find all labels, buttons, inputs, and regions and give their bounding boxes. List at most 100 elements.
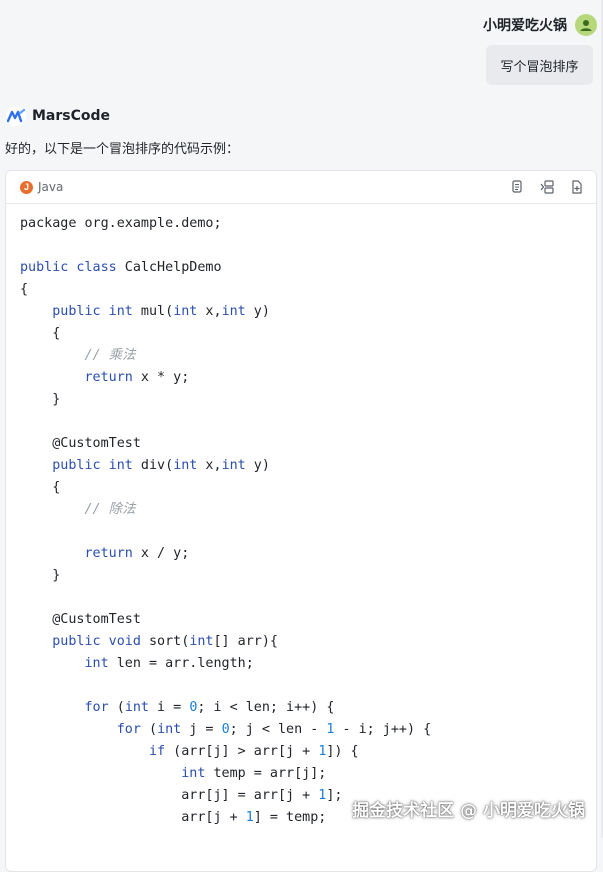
copy-icon[interactable]	[510, 180, 524, 194]
code-block: J Java package org.example.demo; public …	[5, 170, 597, 872]
code-line: return x * y;	[20, 367, 596, 389]
code-token: sort(	[140, 634, 190, 649]
code-token: ; i < len; i++) {	[197, 700, 335, 715]
code-line: int len = arr.length;	[20, 653, 596, 675]
code-token: len = arr.length;	[108, 656, 254, 671]
code-line: if (arr[j] > arr[j + 1]) {	[20, 741, 596, 763]
code-token: x,	[197, 458, 222, 473]
code-token: i =	[149, 700, 190, 715]
code-token: mul(	[132, 304, 174, 319]
code-token: 1	[245, 810, 254, 825]
code-token: temp = arr[j];	[205, 766, 327, 781]
code-token: int	[157, 722, 182, 737]
code-token: {	[20, 480, 61, 495]
code-token: j =	[181, 722, 222, 737]
code-line: for (int i = 0; i < len; i++) {	[20, 697, 596, 719]
code-token: (	[140, 722, 158, 737]
code-line: return x / y;	[20, 543, 596, 565]
code-line: public void sort(int[] arr){	[20, 631, 596, 653]
code-token: ]) {	[326, 744, 359, 759]
code-line: int temp = arr[j];	[20, 763, 596, 785]
code-token: - i; j++) {	[334, 722, 432, 737]
code-token: x,	[197, 304, 222, 319]
code-line: {	[20, 323, 596, 345]
code-language: J Java	[20, 180, 63, 194]
code-token: @CustomTest	[20, 612, 141, 627]
code-token: int	[124, 700, 149, 715]
code-token: int	[221, 458, 246, 473]
code-toolbar	[510, 180, 584, 194]
code-line: }	[20, 389, 596, 411]
watermark: 掘金技术社区 @ 小明爱吃火锅	[352, 801, 585, 821]
code-token: (arr[j] > arr[j +	[165, 744, 319, 759]
code-token: }	[20, 568, 61, 583]
code-line: // 乘法	[20, 345, 596, 367]
code-token: }	[20, 392, 61, 407]
user-avatar-icon[interactable]	[575, 14, 597, 36]
code-token: int	[189, 634, 214, 649]
code-line: @CustomTest	[20, 433, 596, 455]
code-token: return	[84, 370, 133, 385]
code-token: public class	[20, 260, 117, 275]
code-token: arr[j +	[20, 810, 246, 825]
code-line: }	[20, 565, 596, 587]
code-content: package org.example.demo; public class C…	[6, 204, 596, 829]
code-token: // 乘法	[84, 348, 136, 363]
bot-header: MarsCode	[6, 106, 110, 126]
user-name: 小明爱吃火锅	[483, 18, 567, 34]
user-header: 小明爱吃火锅	[483, 14, 597, 36]
code-token: int	[84, 656, 109, 671]
code-token: ] = temp;	[253, 810, 327, 825]
bot-name: MarsCode	[32, 108, 111, 124]
java-icon: J	[20, 180, 33, 194]
code-token: y)	[245, 458, 270, 473]
code-token: public int	[52, 304, 133, 319]
code-token: public int	[52, 458, 133, 473]
code-token: {	[20, 326, 61, 341]
code-token: x * y;	[132, 370, 190, 385]
user-message-bubble: 写个冒泡排序	[486, 45, 593, 85]
code-token: div(	[132, 458, 174, 473]
code-line: @CustomTest	[20, 609, 596, 631]
code-token: 0	[221, 722, 230, 737]
code-token: // 除法	[84, 502, 136, 517]
marscode-logo-icon	[6, 106, 26, 126]
code-token: @CustomTest	[20, 436, 141, 451]
code-line: public int mul(int x,int y)	[20, 301, 596, 323]
code-token: return	[84, 546, 133, 561]
insert-icon[interactable]	[540, 180, 554, 194]
code-line: for (int j = 0; j < len - 1 - i; j++) {	[20, 719, 596, 741]
code-token: package org.example.demo;	[20, 216, 222, 231]
code-token: (	[108, 700, 125, 715]
code-line: {	[20, 477, 596, 499]
code-token: int	[173, 458, 198, 473]
code-token: {	[20, 282, 29, 297]
code-token: [] arr){	[213, 634, 279, 649]
code-token: CalcHelpDemo	[116, 260, 222, 275]
code-token: int	[181, 766, 206, 781]
code-token: public void	[52, 634, 141, 649]
bot-intro-text: 好的，以下是一个冒泡排序的代码示例：	[5, 142, 240, 157]
code-line: {	[20, 279, 596, 301]
code-block-header: J Java	[6, 171, 596, 204]
code-token: for	[84, 700, 109, 715]
code-line: // 除法	[20, 499, 596, 521]
code-token: int	[221, 304, 246, 319]
code-line: public class CalcHelpDemo	[20, 257, 596, 279]
new-file-icon[interactable]	[570, 180, 584, 194]
code-token: x / y;	[132, 546, 190, 561]
